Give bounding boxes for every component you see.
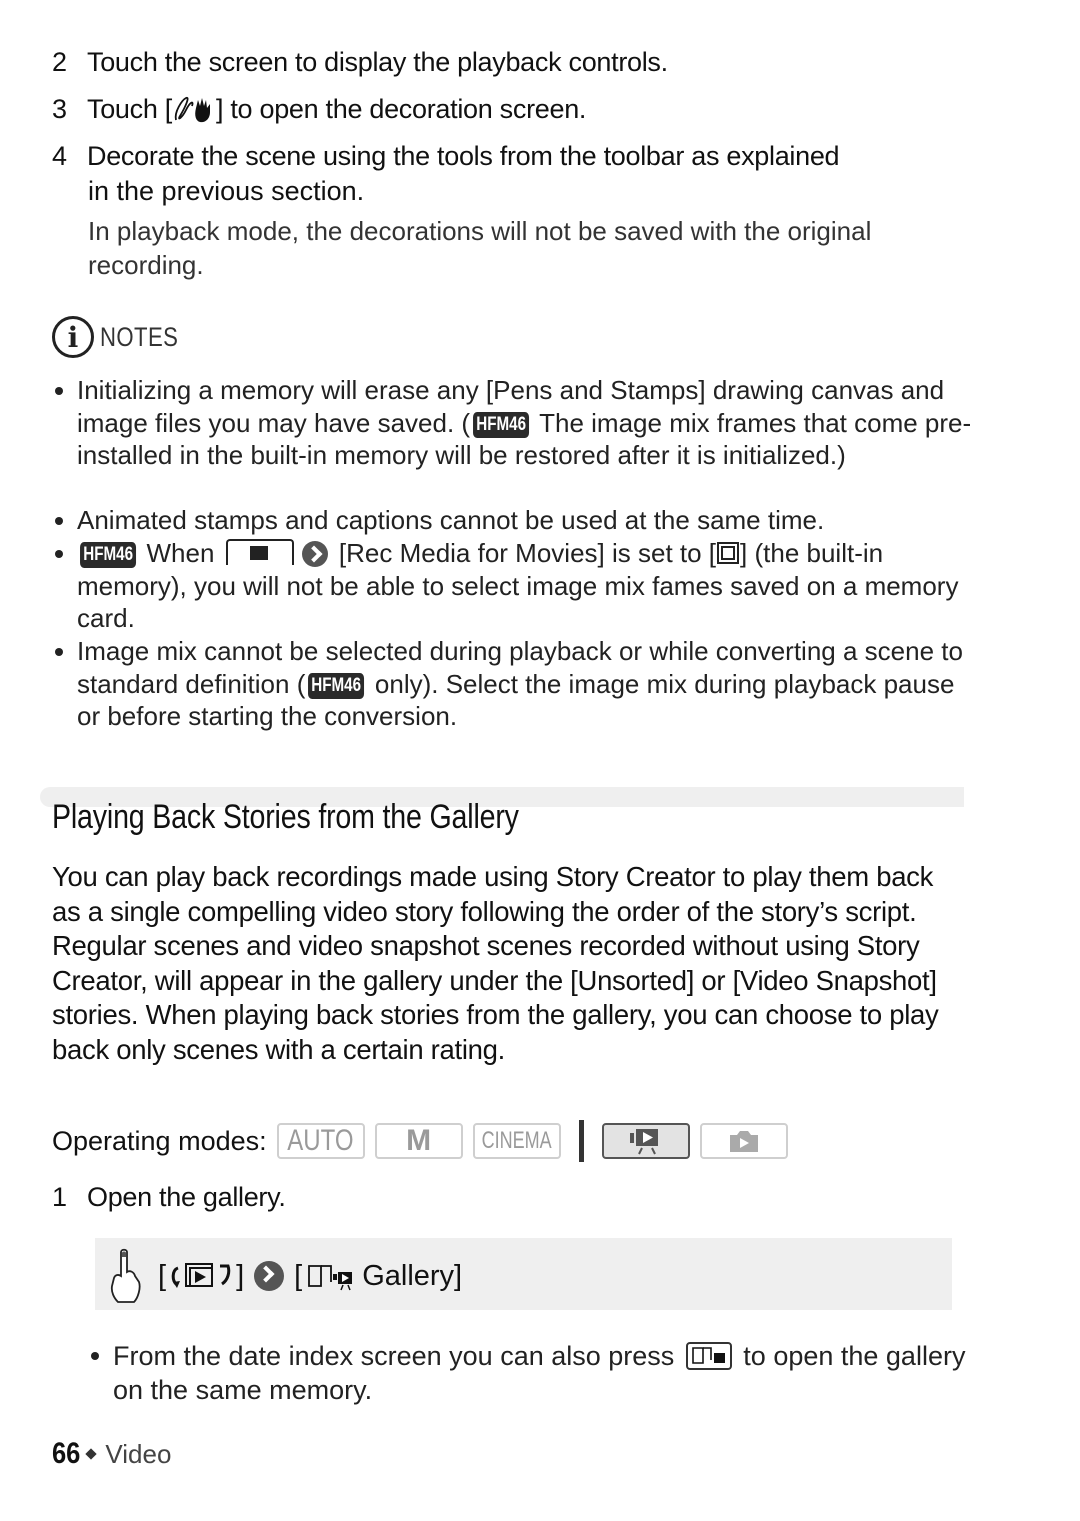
model-badge: HFM46: [473, 411, 530, 438]
procedure-path: [ ] [ Gallery ]: [108, 1248, 462, 1304]
bracket-close: ]: [454, 1259, 463, 1292]
chevron-right-icon: [254, 1261, 285, 1291]
built-in-memory-icon: [717, 542, 740, 564]
mode-label: AUTO: [287, 1124, 354, 1157]
model-badge: HFM46: [80, 542, 137, 568]
gallery-button-icon: [685, 1342, 732, 1370]
mode-separator: [578, 1120, 584, 1162]
chevron-right-icon: [301, 541, 328, 567]
step-number: 1: [52, 1182, 67, 1212]
model-badge: HFM46: [308, 672, 365, 699]
menu-tab-icon: [225, 539, 294, 565]
operating-modes-label: Operating modes:: [52, 1125, 267, 1156]
step-text-after: ] to open the decoration screen.: [215, 94, 587, 124]
tip-item: From the date index screen you can also …: [88, 1339, 968, 1407]
mode-photo-playback: [699, 1123, 788, 1159]
page-footer: 66 Video: [52, 1437, 171, 1471]
operating-modes: Operating modes: AUTO M CINEMA: [52, 1120, 798, 1162]
mode-label: M: [406, 1124, 432, 1157]
mode-label: CINEMA: [481, 1127, 552, 1154]
bracket-open: [: [158, 1259, 167, 1292]
note-text: [Rec Media for Movies] is set to [: [331, 538, 717, 568]
step-4-note: In playback mode, the decorations will n…: [88, 216, 872, 280]
step-number: 2: [52, 47, 67, 77]
step-text: Open the gallery.: [87, 1182, 286, 1212]
note-item: Image mix cannot be selected during play…: [52, 635, 972, 733]
mode-cinema: CINEMA: [472, 1123, 561, 1159]
touch-finger-icon: [110, 1248, 141, 1303]
diamond-separator-icon: [85, 1448, 98, 1460]
step-4-line2: in the previous section.: [88, 176, 365, 206]
mode-manual: M: [374, 1123, 463, 1159]
step-2: 2 Touch the screen to display the playbac…: [52, 45, 668, 80]
notes-label: NOTES: [100, 321, 179, 352]
mode-auto: AUTO: [276, 1123, 365, 1159]
step-text: Touch the screen to display the playback…: [87, 47, 668, 77]
section-intro: You can play back recordings made using …: [52, 861, 939, 1065]
step-3: 3 Touch [ ] to open the decoration screen…: [52, 92, 586, 133]
step-number: 4: [52, 141, 67, 171]
note-item: Initializing a memory will erase any [Pe…: [52, 374, 972, 472]
step-text-before: Touch [: [87, 94, 172, 124]
page-number: 66: [52, 1437, 81, 1470]
info-icon: i: [52, 316, 94, 358]
note-item: HFM46 When [Rec Media for Movies] is set…: [52, 537, 972, 635]
photo-playback-icon: [729, 1131, 758, 1152]
gallery-icon: [308, 1265, 353, 1291]
notes-heading: i NOTES: [52, 316, 196, 358]
footer-section-name: Video: [105, 1438, 172, 1469]
movie-playback-icon: [629, 1129, 658, 1155]
note-item: Animated stamps and captions cannot be u…: [52, 504, 972, 537]
step-number: 3: [52, 94, 67, 124]
section-title: Playing Back Stories from the Gallery: [52, 798, 519, 836]
decoration-hand-pen-icon: [172, 94, 216, 133]
step-4: 4 Decorate the scene using the tools from…: [52, 139, 840, 174]
step-1: 1 Open the gallery.: [52, 1180, 286, 1215]
bracket-close: ]: [236, 1259, 245, 1292]
note-text: Animated stamps and captions cannot be u…: [77, 505, 825, 535]
playback-mode-icon: [171, 1263, 231, 1288]
gallery-label: Gallery: [362, 1259, 455, 1292]
step-text-line1: Decorate the scene using the tools from …: [87, 141, 840, 171]
note-text: When: [139, 538, 222, 568]
mode-movie-playback: [601, 1123, 690, 1159]
bracket-open: [: [294, 1259, 303, 1292]
tip-text: From the date index screen you can also …: [113, 1341, 682, 1371]
